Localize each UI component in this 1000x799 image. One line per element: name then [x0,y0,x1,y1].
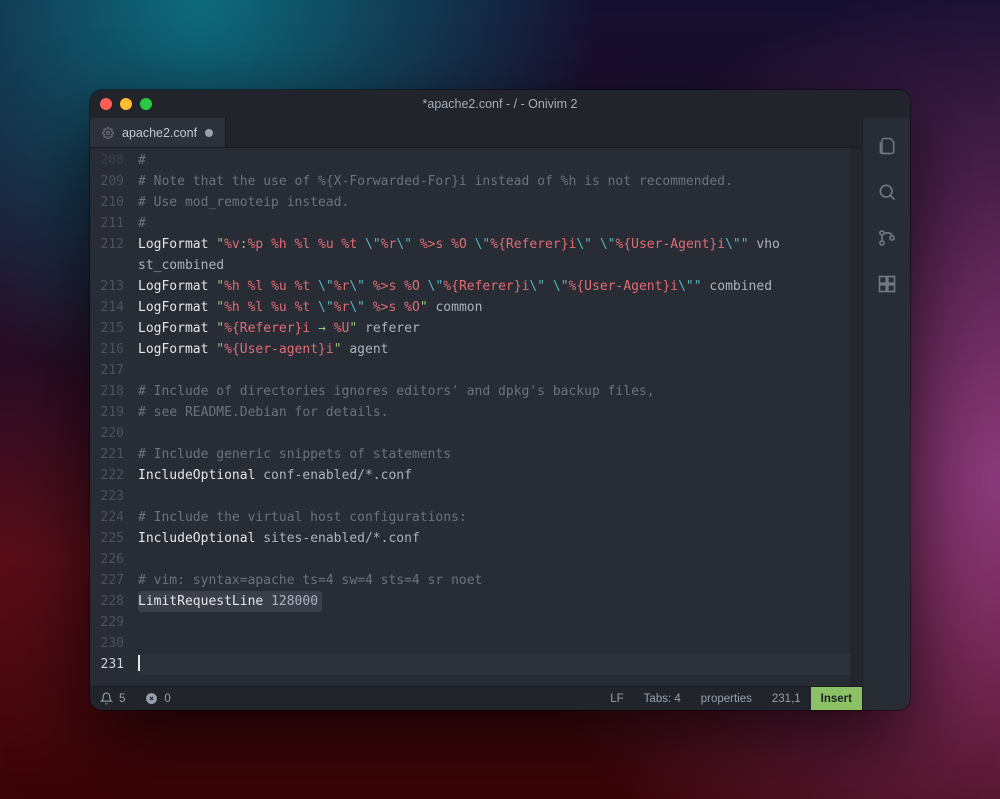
status-eol[interactable]: LF [600,693,633,705]
line-number: 211 [90,213,124,234]
minimize-window-button[interactable] [120,98,132,110]
line-number: 224 [90,507,124,528]
status-notifications[interactable]: 5 [90,692,135,705]
line-number: 214 [90,297,124,318]
code-line[interactable]: # Note that the use of %{X-Forwarded-For… [138,171,862,192]
status-errors[interactable]: 0 [135,692,180,705]
code-content[interactable]: ## Note that the use of %{X-Forwarded-Fo… [132,148,862,686]
code-line[interactable] [138,612,862,633]
line-number: 219 [90,402,124,423]
code-line[interactable]: # Include of directories ignores editors… [138,381,862,402]
code-line[interactable]: # vim: syntax=apache ts=4 sw=4 sts=4 sr … [138,570,862,591]
line-number: 231 [90,654,124,675]
line-number: 222 [90,465,124,486]
code-line[interactable] [138,360,862,381]
code-line[interactable]: LogFormat "%h %l %u %t \"%r\" %>s %O \"%… [138,276,862,297]
line-number: 221 [90,444,124,465]
code-line[interactable] [138,486,862,507]
status-position[interactable]: 231,1 [762,693,811,705]
line-number: 228 [90,591,124,612]
window-title: *apache2.conf - / - Onivim 2 [423,97,578,111]
editor-window: *apache2.conf - / - Onivim 2 apache2.con… [90,90,910,710]
code-line[interactable]: # Include the virtual host configuration… [138,507,862,528]
code-line[interactable] [138,654,862,675]
code-line[interactable]: IncludeOptional conf-enabled/*.conf [138,465,862,486]
zoom-window-button[interactable] [140,98,152,110]
code-line[interactable]: LogFormat "%{Referer}i → %U" referer [138,318,862,339]
tab-apache2-conf[interactable]: apache2.conf [90,118,226,147]
tab-bar: apache2.conf [90,118,862,148]
search-icon[interactable] [877,182,897,202]
code-line[interactable]: # Use mod_remoteip instead. [138,192,862,213]
line-number: 225 [90,528,124,549]
files-icon[interactable] [877,136,897,156]
code-line[interactable] [138,633,862,654]
text-cursor [138,655,140,671]
code-line[interactable]: LogFormat "%h %l %u %t \"%r\" %>s %O" co… [138,297,862,318]
code-line[interactable]: LogFormat "%v:%p %h %l %u %t \"%r\" %>s … [138,234,862,255]
line-number: 229 [90,612,124,633]
bell-icon [100,692,113,705]
line-number: 230 [90,633,124,654]
line-number: 227 [90,570,124,591]
line-number: 220 [90,423,124,444]
line-number: 208 [90,150,124,171]
minimap[interactable] [850,148,862,686]
line-number: 213 [90,276,124,297]
status-bar: 5 0 LF Tabs: 4 properties 231,1 Insert [90,686,862,710]
status-mode[interactable]: Insert [811,687,862,711]
status-filetype[interactable]: properties [691,693,762,705]
code-line[interactable]: LogFormat "%{User-agent}i" agent [138,339,862,360]
traffic-lights [100,98,152,110]
code-line[interactable] [138,423,862,444]
status-tabs[interactable]: Tabs: 4 [634,693,691,705]
code-line[interactable]: # [138,213,862,234]
code-line[interactable]: st_combined [138,255,862,276]
line-number: 217 [90,360,124,381]
code-line[interactable]: # see README.Debian for details. [138,402,862,423]
line-number: 209 [90,171,124,192]
code-line[interactable]: LimitRequestLine 128000 [138,591,322,612]
notification-count: 5 [119,693,125,705]
gear-icon [102,127,114,139]
line-number [90,255,124,276]
line-number: 212 [90,234,124,255]
line-number: 223 [90,486,124,507]
code-line[interactable] [138,549,862,570]
line-number: 218 [90,381,124,402]
error-icon [145,692,158,705]
code-line[interactable]: # [138,150,862,171]
extensions-icon[interactable] [877,274,897,294]
editor-area[interactable]: 2082092102112122132142152162172182192202… [90,148,862,686]
line-number: 216 [90,339,124,360]
tab-label: apache2.conf [122,126,197,140]
line-number-gutter: 2082092102112122132142152162172182192202… [90,148,132,686]
line-number: 226 [90,549,124,570]
dirty-indicator-icon [205,129,213,137]
activity-bar [862,118,910,710]
line-number: 215 [90,318,124,339]
code-line[interactable]: # Include generic snippets of statements [138,444,862,465]
source-control-icon[interactable] [877,228,897,248]
error-count: 0 [164,693,170,705]
line-number: 210 [90,192,124,213]
titlebar[interactable]: *apache2.conf - / - Onivim 2 [90,90,910,118]
code-line[interactable]: IncludeOptional sites-enabled/*.conf [138,528,862,549]
close-window-button[interactable] [100,98,112,110]
